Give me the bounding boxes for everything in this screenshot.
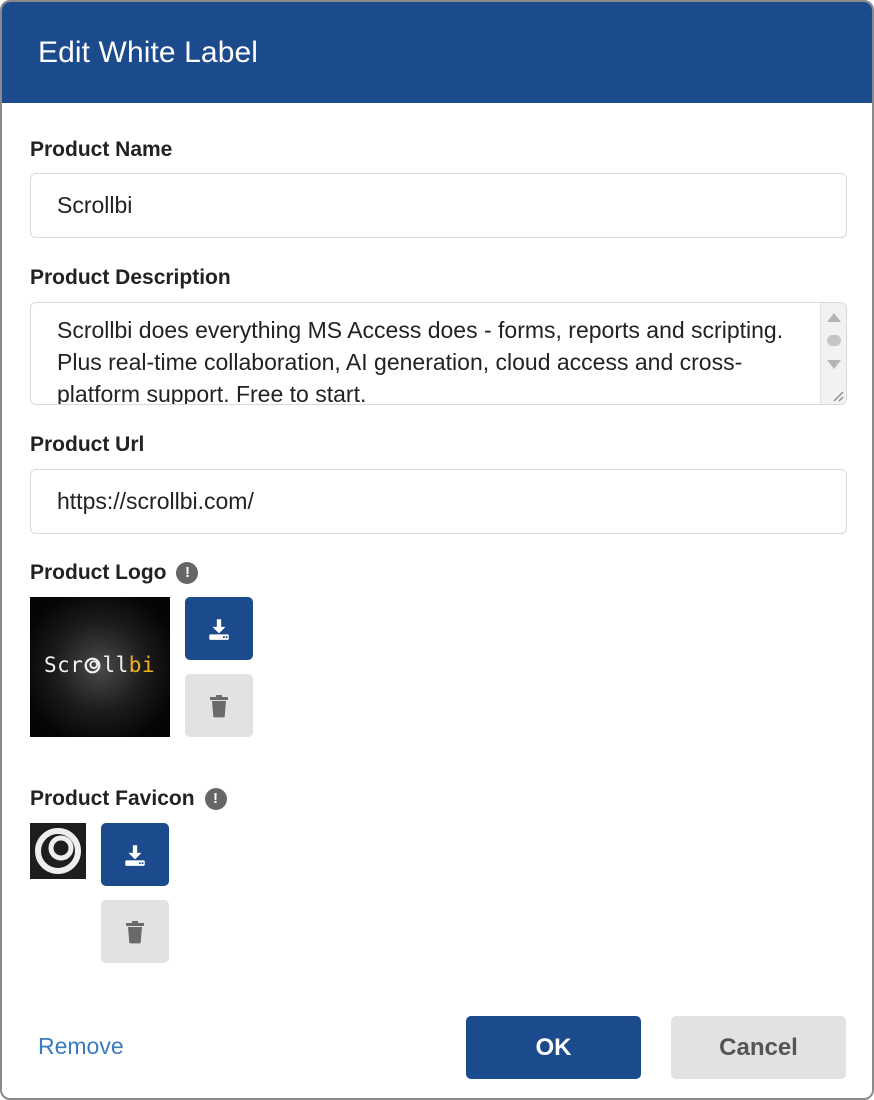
upload-logo-button[interactable] (185, 597, 253, 660)
trash-icon (210, 694, 228, 717)
product-name-input[interactable]: Scrollbi (30, 173, 847, 238)
product-favicon-label: Product Favicon! (30, 787, 227, 811)
product-name-label: Product Name (30, 138, 173, 161)
trash-icon (126, 920, 144, 943)
info-icon[interactable]: ! (204, 788, 227, 810)
upload-favicon-button[interactable] (101, 823, 169, 886)
logo-text-prefix: Scr (44, 653, 84, 677)
remove-link[interactable]: Remove (38, 1033, 124, 1060)
download-icon (125, 844, 145, 866)
product-description-label: Product Description (30, 266, 231, 289)
scroll-down-arrow-icon[interactable] (827, 360, 841, 369)
logo-text-mid: ll (102, 653, 129, 677)
download-icon (209, 618, 229, 640)
logo-text-highlight: bi (128, 653, 156, 677)
product-description-text: Scrollbi does everything MS Access does … (57, 317, 784, 405)
product-description-textarea[interactable]: Scrollbi does everything MS Access does … (30, 302, 847, 405)
dialog-title: Edit White Label (2, 2, 872, 103)
product-logo-label-text: Product Logo (30, 561, 167, 584)
logo-swirl-icon (85, 657, 101, 674)
ok-button[interactable]: OK (466, 1016, 641, 1079)
product-url-label: Product Url (30, 433, 145, 456)
scroll-thumb[interactable] (827, 335, 841, 346)
resize-handle-icon[interactable] (830, 388, 844, 402)
delete-favicon-button[interactable] (101, 900, 169, 963)
edit-white-label-dialog: Edit White Label Product Name Scrollbi P… (0, 0, 874, 1100)
info-icon[interactable]: ! (176, 562, 199, 584)
scroll-up-arrow-icon[interactable] (827, 313, 841, 322)
product-url-input[interactable]: https://scrollbi.com/ (30, 469, 847, 534)
delete-logo-button[interactable] (185, 674, 253, 737)
product-logo-image: Scr llbi (30, 597, 170, 737)
favicon-swirl-icon (35, 828, 81, 874)
product-favicon-image (30, 823, 86, 879)
cancel-button[interactable]: Cancel (671, 1016, 846, 1079)
product-favicon-label-text: Product Favicon (30, 787, 195, 810)
product-logo-label: Product Logo! (30, 561, 199, 585)
logo-wordmark: Scr llbi (44, 653, 155, 677)
